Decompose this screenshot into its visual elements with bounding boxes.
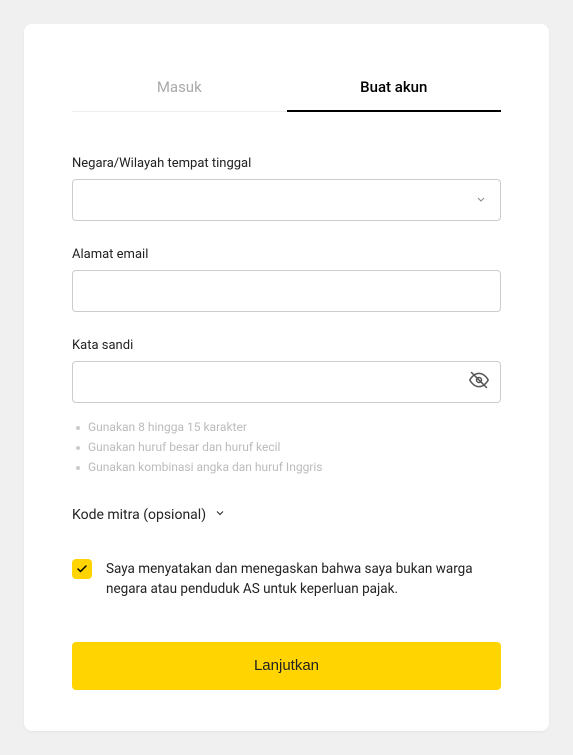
password-hint: Gunakan huruf besar dan huruf kecil — [72, 437, 501, 457]
declaration-checkbox[interactable] — [72, 559, 92, 579]
field-email: Alamat email — [72, 247, 501, 312]
tab-signup[interactable]: Buat akun — [287, 64, 502, 112]
password-hints: Gunakan 8 hingga 15 karakter Gunakan hur… — [72, 417, 501, 477]
chevron-down-icon — [214, 507, 226, 523]
password-hint: Gunakan kombinasi angka dan huruf Inggri… — [72, 457, 501, 477]
declaration-text: Saya menyatakan dan menegaskan bahwa say… — [106, 559, 501, 600]
country-label: Negara/Wilayah tempat tinggal — [72, 156, 501, 171]
country-select[interactable] — [72, 179, 501, 221]
declaration-row: Saya menyatakan dan menegaskan bahwa say… — [72, 559, 501, 600]
password-input[interactable] — [72, 361, 501, 403]
eye-off-icon[interactable] — [469, 370, 489, 394]
email-input[interactable] — [72, 270, 501, 312]
country-input-wrap — [72, 179, 501, 221]
password-label: Kata sandi — [72, 338, 501, 353]
signup-card: Masuk Buat akun Negara/Wilayah tempat ti… — [24, 24, 549, 731]
auth-tabs: Masuk Buat akun — [72, 64, 501, 112]
partner-code-label: Kode mitra (opsional) — [72, 507, 206, 523]
email-label: Alamat email — [72, 247, 501, 262]
tab-login[interactable]: Masuk — [72, 64, 287, 112]
password-hint: Gunakan 8 hingga 15 karakter — [72, 417, 501, 437]
field-password: Kata sandi Gunakan 8 hingga 15 karakter … — [72, 338, 501, 477]
continue-button[interactable]: Lanjutkan — [72, 642, 501, 690]
field-country: Negara/Wilayah tempat tinggal — [72, 156, 501, 221]
partner-code-toggle[interactable]: Kode mitra (opsional) — [72, 507, 501, 523]
